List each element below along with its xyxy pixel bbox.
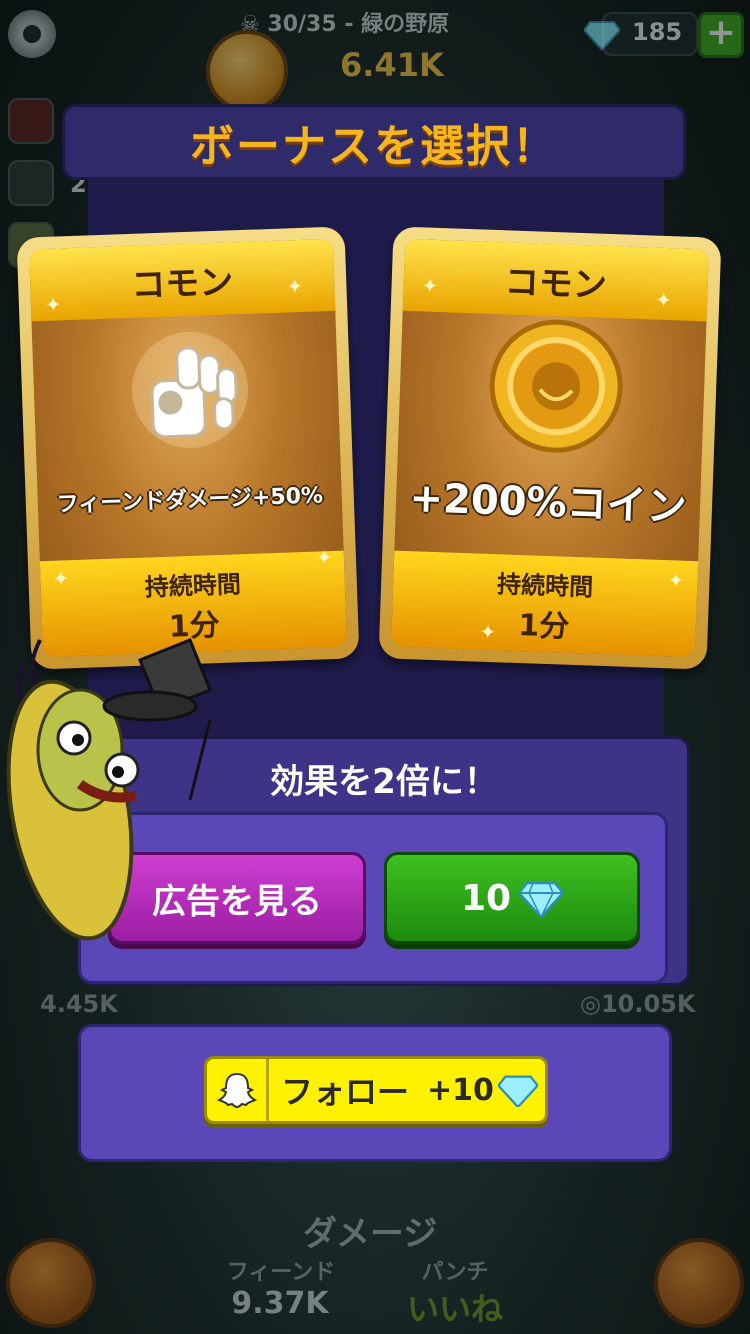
card-footer: 持続時間 1分 [390,550,699,658]
card-rarity: コモン [130,261,234,306]
stage-label: ☠ 30/35 - 緑の野原 [240,12,450,37]
card-rarity: コモン [504,261,608,306]
page-title: ボーナスを選択！ [190,121,558,172]
sparkle-icon: ✦ [286,273,304,299]
card-description: +200%コイン [408,475,688,531]
card-body: コモン フィーンドダメージ+50% 持続時間 1分 ✦ ✦ ✦ ✦ [28,238,348,658]
gem-double-button[interactable]: 10 [384,852,640,944]
coin-icon [206,30,288,112]
enemy-hp-right: ◎10.05K [580,990,695,1018]
fiend-value: 9.37K [231,1286,329,1321]
sparkle-icon: ✦ [44,292,63,317]
coin-small-icon: ◎ [580,990,601,1018]
gem-cost: 10 [460,877,512,919]
punch-label: パンチ [421,1260,489,1285]
skull-menu-icon[interactable] [654,1238,744,1328]
sparkle-icon: ✦ [315,545,334,570]
sparkle-icon: ✦ [667,568,685,593]
sparkle-icon: ✦ [52,566,70,591]
bonus-card-coin[interactable]: コモン +200%コイン 持続時間 1分 ✦ ✦ ✦ ✦ [378,226,722,670]
follow-bonus: +10 [427,1072,494,1108]
gem-count: 185 [632,18,683,46]
settings-gear-icon[interactable] [8,10,56,58]
stage-name: 緑の野原 [361,12,450,37]
sparkle-icon: ✦ [421,273,439,298]
follow-label: フォロー [281,1073,410,1111]
fiend-label: フィーンド [226,1260,336,1285]
gem-icon [519,881,564,917]
fiend-character [6,638,212,941]
duration-value: 1分 [517,608,570,645]
trophy-icon[interactable] [8,98,54,144]
coin-total: 6.41K [340,46,444,84]
snapchat-icon-wrap [207,1059,269,1121]
bonus-header: ボーナスを選択！ [62,104,686,180]
fist-icon [131,331,248,448]
coin-icon [489,319,623,453]
punch-value: いいね [406,1290,503,1328]
skull-icon[interactable] [8,160,54,206]
gem-icon [584,21,620,50]
map-icon[interactable] [6,1238,96,1328]
snapchat-ghost-icon [216,1072,257,1109]
gem-icon [497,1075,538,1107]
card-description: フィーンドダメージ+50% [56,483,324,518]
damage-title: ダメージ [302,1214,438,1254]
snapchat-follow-button[interactable]: フォロー +10 [204,1056,548,1124]
stage-progress: 30/35 [267,12,337,37]
sparkle-icon: ✦ [479,619,497,645]
sparkle-icon: ✦ [654,287,673,313]
add-gems-button[interactable]: + [698,12,744,58]
card-body: コモン +200%コイン 持続時間 1分 ✦ ✦ ✦ ✦ [390,238,710,658]
bonus-card-fiend-damage[interactable]: コモン フィーンドダメージ+50% 持続時間 1分 ✦ ✦ ✦ ✦ [16,226,360,670]
enemy-hp-right-value: 10.05K [600,990,696,1018]
